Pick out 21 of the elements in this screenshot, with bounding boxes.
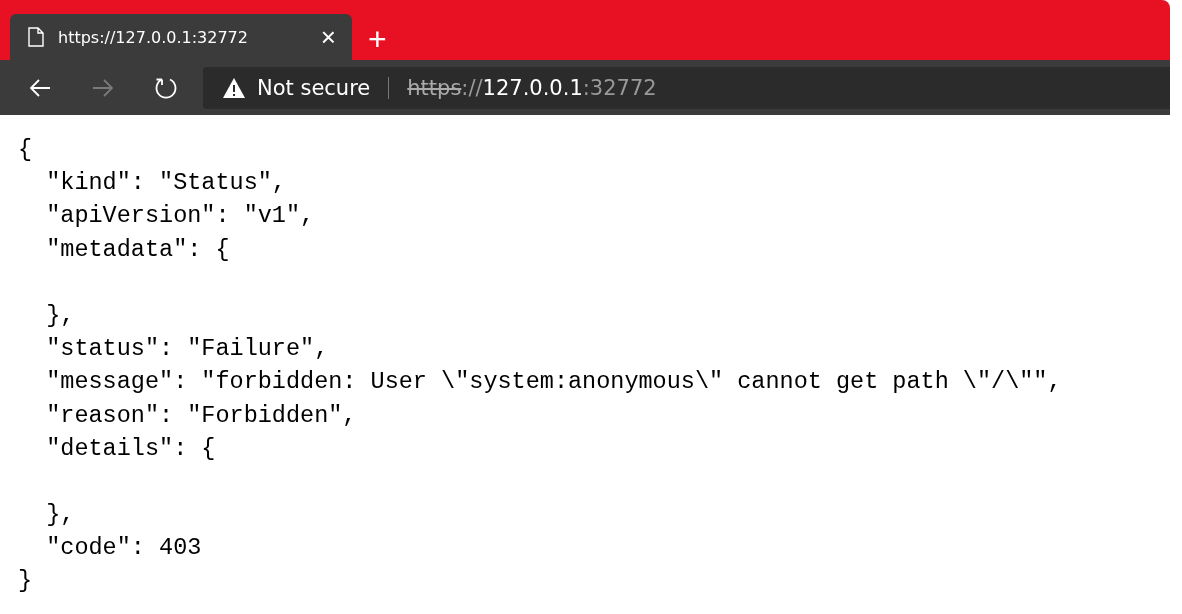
json-line: "message": "forbidden: User \"system:anonymous\" cannot get path \"/\"",	[45, 367, 1062, 398]
tab-title: https://127.0.0.1:32772	[58, 27, 249, 47]
json-line: "reason": "Forbidden",	[45, 400, 357, 431]
close-tab-button[interactable]: ×	[314, 24, 342, 50]
warning-icon	[223, 77, 245, 98]
browser-tab[interactable]: https://127.0.0.1:32772 ×	[10, 14, 352, 60]
json-line: "status": "Failure",	[45, 334, 329, 365]
json-line: "apiVersion": "v1",	[45, 201, 315, 232]
json-line: },	[45, 500, 75, 531]
json-line: },	[45, 300, 75, 331]
new-tab-button[interactable]: +	[362, 23, 393, 55]
json-line: "kind": "Status",	[45, 168, 286, 199]
url-text: https://127.0.0.1:32772	[407, 75, 657, 100]
json-line: {	[18, 135, 33, 165]
json-line: "details": {	[45, 433, 216, 464]
page-icon	[28, 27, 44, 47]
security-label: Not secure	[257, 75, 371, 100]
json-line: }	[18, 566, 33, 597]
address-bar[interactable]: Not secure https://127.0.0.1:32772	[203, 66, 1170, 109]
json-line: "code": 403	[45, 533, 202, 564]
json-line: "metadata": {	[45, 234, 230, 265]
